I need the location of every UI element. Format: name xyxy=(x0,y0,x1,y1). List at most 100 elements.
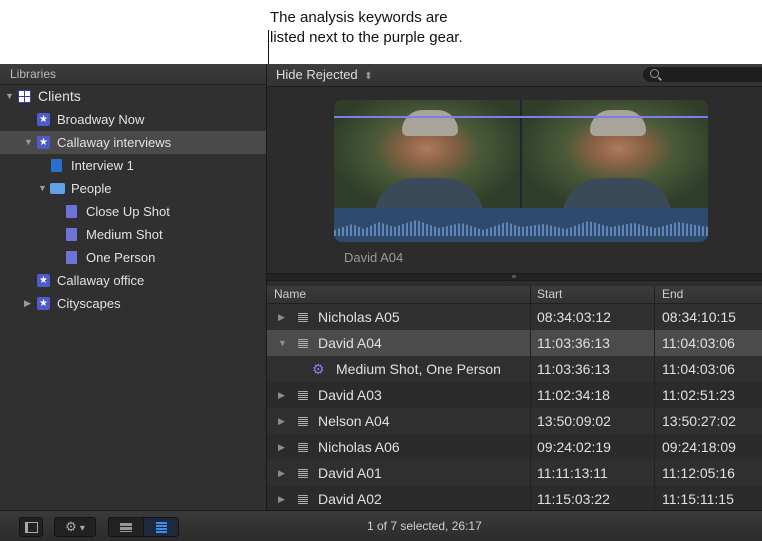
filter-label: Hide Rejected xyxy=(276,67,358,82)
search-icon xyxy=(650,69,659,78)
filter-popup[interactable]: Hide Rejected ⬍ xyxy=(276,67,373,82)
sidebar-item[interactable]: ▼ Clients xyxy=(0,85,266,108)
table-row[interactable]: ▶ David A02 11:15:03:22 11:15:11:15 xyxy=(267,486,762,512)
start-timecode: 11:02:34:18 xyxy=(537,387,610,403)
column-divider[interactable] xyxy=(654,286,655,303)
analysis-keyword-bar xyxy=(334,116,708,118)
start-timecode: 11:03:36:13 xyxy=(537,361,610,377)
list-column-header: Name Start End xyxy=(267,286,762,304)
table-row[interactable]: ▶ Nelson A04 13:50:09:02 13:50:27:02 xyxy=(267,408,762,434)
filmstrip-view-icon xyxy=(120,522,132,532)
end-timecode: 11:02:51:23 xyxy=(662,387,735,403)
sidebar-item-label: One Person xyxy=(86,250,156,265)
bottom-bar: ⚙ ▾ 1 of 7 selected, 26:17 xyxy=(0,510,762,541)
sidebar-item[interactable]: ▶ ★ Cityscapes xyxy=(0,292,266,315)
keyword-name: Medium Shot, One Person xyxy=(336,361,501,377)
clip-name-label: David A04 xyxy=(344,250,404,265)
end-timecode: 11:15:11:15 xyxy=(662,491,734,507)
clip-name: David A01 xyxy=(318,465,382,481)
libraries-header: Libraries xyxy=(0,64,266,85)
table-row[interactable]: ▶ David A01 11:11:13:11 11:12:05:16 xyxy=(267,460,762,486)
disclosure-right-icon[interactable]: ▶ xyxy=(278,486,285,512)
callout-line-2: listed next to the purple gear. xyxy=(270,29,463,46)
start-timecode: 09:24:02:19 xyxy=(537,439,611,455)
start-timecode: 11:15:03:22 xyxy=(537,491,610,507)
final-cut-browser-window: Libraries ▼ Clients ★ Broadway Now ▼ ★ Callawa… xyxy=(0,64,762,541)
sidebar-item[interactable]: ★ Callaway office xyxy=(0,269,266,292)
end-timecode: 11:04:03:06 xyxy=(662,335,735,351)
disclosure-right-icon[interactable]: ▶ xyxy=(278,304,285,330)
sidebar-toggle-icon xyxy=(24,521,38,533)
action-menu-button[interactable]: ⚙ ▾ xyxy=(54,517,96,537)
disclosure-down-icon[interactable]: ▼ xyxy=(5,85,14,108)
sidebar-item[interactable]: ▼ People xyxy=(0,177,266,200)
list-view-icon xyxy=(155,521,167,533)
column-start-header[interactable]: Start xyxy=(537,286,562,303)
table-row[interactable]: ▼ David A04 11:03:36:13 11:04:03:06 xyxy=(267,330,762,356)
disclosure-right-icon[interactable]: ▶ xyxy=(278,382,285,408)
clip-name: Nicholas A05 xyxy=(318,309,400,325)
pane-splitter[interactable] xyxy=(267,273,762,281)
browser-toolbar: Hide Rejected ⬍ xyxy=(267,64,762,87)
end-timecode: 09:24:18:09 xyxy=(662,439,736,455)
column-name-header[interactable]: Name xyxy=(274,286,306,303)
column-divider xyxy=(530,408,531,434)
end-timecode: 08:34:10:15 xyxy=(662,309,736,325)
waveform-bars xyxy=(334,220,708,236)
start-timecode: 13:50:09:02 xyxy=(537,413,611,429)
disclosure-right-icon[interactable]: ▶ xyxy=(24,292,31,315)
start-timecode: 11:11:13:11 xyxy=(537,465,608,481)
event-star-icon: ★ xyxy=(37,274,50,287)
project-icon xyxy=(51,159,62,172)
start-timecode: 11:03:36:13 xyxy=(537,335,610,351)
column-divider xyxy=(654,486,655,512)
disclosure-down-icon[interactable]: ▼ xyxy=(24,131,33,154)
disclosure-right-icon[interactable]: ▶ xyxy=(278,460,285,486)
start-timecode: 08:34:03:12 xyxy=(537,309,611,325)
filmstrip-view-button[interactable] xyxy=(108,517,144,537)
keyword-collection-icon xyxy=(66,228,77,241)
sidebar-item[interactable]: Close Up Shot xyxy=(0,200,266,223)
event-star-icon: ★ xyxy=(37,113,50,126)
end-timecode: 11:04:03:06 xyxy=(662,361,735,377)
column-end-header[interactable]: End xyxy=(662,286,683,303)
sidebar-item[interactable]: One Person xyxy=(0,246,266,269)
libraries-sidebar: Libraries ▼ Clients ★ Broadway Now ▼ ★ Callawa… xyxy=(0,64,267,510)
column-divider xyxy=(654,434,655,460)
column-divider xyxy=(530,356,531,382)
disclosure-right-icon[interactable]: ▶ xyxy=(278,434,285,460)
audio-waveform xyxy=(334,208,708,242)
sidebar-item[interactable]: ▼ ★ Callaway interviews xyxy=(0,131,266,154)
sidebar-item[interactable]: ★ Broadway Now xyxy=(0,108,266,131)
clip-icon xyxy=(298,469,308,478)
column-divider xyxy=(530,304,531,330)
clip-name: Nelson A04 xyxy=(318,413,390,429)
sidebar-item-label: Callaway office xyxy=(57,273,145,288)
list-view-button[interactable] xyxy=(143,517,179,537)
table-row[interactable]: ▶ Nicholas A06 09:24:02:19 09:24:18:09 xyxy=(267,434,762,460)
clip-list: Name Start End ▶ Nicholas A05 08:34:03:12 0… xyxy=(267,286,762,512)
sidebar-item-label: Interview 1 xyxy=(71,158,134,173)
show-libraries-button[interactable] xyxy=(19,517,43,537)
column-divider xyxy=(530,486,531,512)
search-input[interactable] xyxy=(643,67,762,82)
column-divider[interactable] xyxy=(530,286,531,303)
clip-filmstrip[interactable] xyxy=(334,100,708,242)
splitter-grip[interactable] xyxy=(512,275,516,278)
sidebar-item-label: Medium Shot xyxy=(86,227,163,242)
libraries-list: ▼ Clients ★ Broadway Now ▼ ★ Callaway intervie… xyxy=(0,85,266,315)
table-row[interactable]: ▶ David A03 11:02:34:18 11:02:51:23 xyxy=(267,382,762,408)
keyword-row[interactable]: ⚙ Medium Shot, One Person 11:03:36:13 11:04… xyxy=(267,356,762,382)
disclosure-down-icon[interactable]: ▼ xyxy=(38,177,47,200)
clip-icon xyxy=(298,313,308,322)
disclosure-down-icon[interactable]: ▼ xyxy=(278,330,287,356)
sidebar-item[interactable]: Medium Shot xyxy=(0,223,266,246)
sidebar-item-label: Close Up Shot xyxy=(86,204,170,219)
clip-name: David A03 xyxy=(318,387,382,403)
column-divider xyxy=(530,460,531,486)
disclosure-right-icon[interactable]: ▶ xyxy=(278,408,285,434)
clip-icon xyxy=(298,391,308,400)
clip-name: David A02 xyxy=(318,491,382,507)
table-row[interactable]: ▶ Nicholas A05 08:34:03:12 08:34:10:15 xyxy=(267,304,762,330)
sidebar-item[interactable]: Interview 1 xyxy=(0,154,266,177)
